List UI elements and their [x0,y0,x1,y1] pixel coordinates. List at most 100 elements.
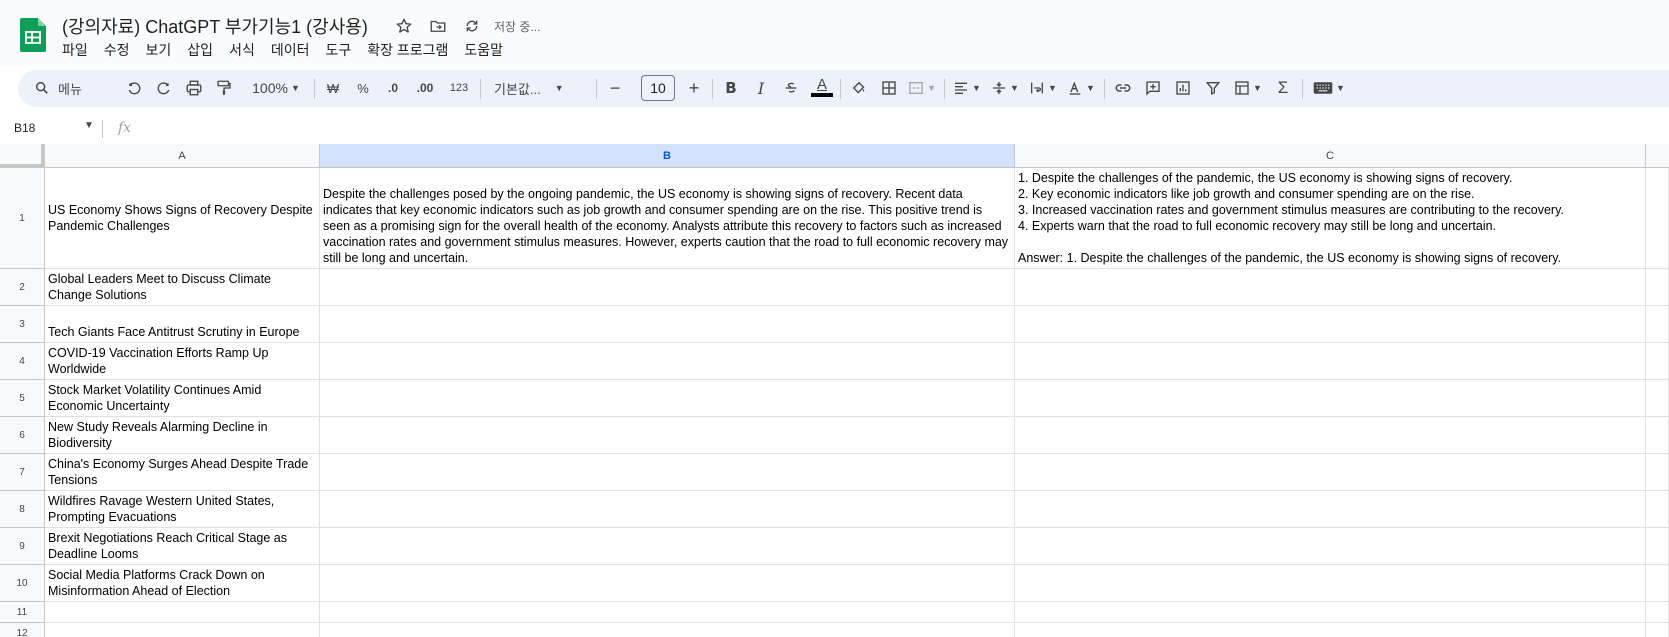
cell-a11[interactable] [45,602,320,623]
row-header[interactable]: 12 [0,623,45,637]
row-header[interactable]: 11 [0,602,45,623]
number-format-button[interactable]: 123 [444,74,474,102]
select-all-corner[interactable] [0,144,45,168]
document-title[interactable]: (강의자료) ChatGPT 부가기능1 (강사용) [62,13,368,39]
cell-d3[interactable] [1646,306,1669,343]
row-header[interactable]: 10 [0,565,45,602]
cell-b7[interactable] [320,454,1015,491]
text-wrapping-icon[interactable]: ▼ [1026,74,1060,102]
cell-b12[interactable] [320,623,1015,637]
cell-d8[interactable] [1646,491,1669,528]
sheets-logo-icon[interactable] [20,18,46,52]
input-tools-icon[interactable]: ▼ [1308,74,1350,102]
zoom-select[interactable]: 100% ▼ [244,74,308,102]
menu-extensions[interactable]: 확장 프로그램 [359,40,456,60]
horizontal-align-icon[interactable]: ▼ [950,74,984,102]
italic-button[interactable]: I [748,74,774,102]
filter-icon[interactable] [1200,74,1226,102]
filter-views-icon[interactable]: ▼ [1230,74,1266,102]
column-header-b[interactable]: B [320,144,1015,168]
text-color-button[interactable]: A [808,74,836,102]
merge-cells-icon[interactable]: ▼ [904,74,940,102]
vertical-align-icon[interactable]: ▼ [988,74,1022,102]
font-size-input[interactable]: 10 [641,75,675,101]
borders-icon[interactable] [876,74,902,102]
print-icon[interactable] [182,74,206,102]
row-header[interactable]: 8 [0,491,45,528]
decrease-decimal-button[interactable]: .0 [380,74,406,102]
cell-a2[interactable]: Global Leaders Meet to Discuss Climate C… [45,269,320,306]
cell-a4[interactable]: COVID-19 Vaccination Efforts Ramp Up Wor… [45,343,320,380]
insert-chart-icon[interactable] [1170,74,1196,102]
row-header[interactable]: 1 [0,168,45,269]
cell-d9[interactable] [1646,528,1669,565]
cell-c2[interactable] [1015,269,1646,306]
cell-c10[interactable] [1015,565,1646,602]
text-rotation-icon[interactable]: ▼ [1064,74,1098,102]
cell-d12[interactable] [1646,623,1669,637]
row-header[interactable]: 9 [0,528,45,565]
cell-d4[interactable] [1646,343,1669,380]
star-icon[interactable] [392,14,416,38]
cell-a6[interactable]: New Study Reveals Alarming Decline in Bi… [45,417,320,454]
bold-button[interactable]: B [718,74,744,102]
fill-color-icon[interactable] [846,74,872,102]
cell-a8[interactable]: Wildfires Ravage Western United States, … [45,491,320,528]
cell-d5[interactable] [1646,380,1669,417]
functions-button[interactable]: Σ [1270,74,1296,102]
undo-icon[interactable] [122,74,146,102]
cell-d7[interactable] [1646,454,1669,491]
cell-b6[interactable] [320,417,1015,454]
cell-a5[interactable]: Stock Market Volatility Continues Amid E… [45,380,320,417]
menu-insert[interactable]: 삽입 [179,40,221,60]
name-box[interactable]: B18 [14,121,35,135]
cell-c7[interactable] [1015,454,1646,491]
column-header-c[interactable]: C [1015,144,1646,168]
move-folder-icon[interactable] [426,14,450,38]
cell-c9[interactable] [1015,528,1646,565]
chevron-down-icon[interactable]: ▼ [84,120,94,131]
cell-a3[interactable]: Tech Giants Face Antitrust Scrutiny in E… [45,306,320,343]
insert-link-icon[interactable] [1110,74,1136,102]
cell-b9[interactable] [320,528,1015,565]
cell-b4[interactable] [320,343,1015,380]
row-header[interactable]: 5 [0,380,45,417]
cell-b1[interactable]: Despite the challenges posed by the ongo… [320,168,1015,269]
menu-data[interactable]: 데이터 [263,40,318,60]
cell-d11[interactable] [1646,602,1669,623]
cell-a9[interactable]: Brexit Negotiations Reach Critical Stage… [45,528,320,565]
row-header[interactable]: 3 [0,306,45,343]
menu-format[interactable]: 서식 [221,40,263,60]
cell-c8[interactable] [1015,491,1646,528]
cell-c4[interactable] [1015,343,1646,380]
spreadsheet-grid[interactable]: A B C 1 US Economy Shows Signs of Recover… [0,144,1669,637]
paint-format-icon[interactable] [212,74,236,102]
cell-c3[interactable] [1015,306,1646,343]
percent-format-button[interactable]: % [350,74,376,102]
row-header[interactable]: 4 [0,343,45,380]
row-header[interactable]: 6 [0,417,45,454]
cell-d1[interactable] [1646,168,1669,269]
menu-search[interactable]: 메뉴 [22,73,128,103]
currency-format-button[interactable]: ₩ [320,74,346,102]
cell-b8[interactable] [320,491,1015,528]
increase-font-size-button[interactable]: + [681,74,707,102]
cell-d10[interactable] [1646,565,1669,602]
cell-c11[interactable] [1015,602,1646,623]
menu-edit[interactable]: 수정 [96,40,138,60]
cell-b2[interactable] [320,269,1015,306]
column-header-a[interactable]: A [45,144,320,168]
menu-view[interactable]: 보기 [138,40,180,60]
increase-decimal-button[interactable]: .00 [410,74,440,102]
cell-d6[interactable] [1646,417,1669,454]
cell-a1[interactable]: US Economy Shows Signs of Recovery Despi… [45,168,320,269]
menu-tools[interactable]: 도구 [317,40,359,60]
cell-b11[interactable] [320,602,1015,623]
redo-icon[interactable] [152,74,176,102]
cell-a10[interactable]: Social Media Platforms Crack Down on Mis… [45,565,320,602]
cell-c1[interactable]: 1. Despite the challenges of the pandemi… [1015,168,1646,269]
cell-b5[interactable] [320,380,1015,417]
cell-c5[interactable] [1015,380,1646,417]
cell-d2[interactable] [1646,269,1669,306]
insert-comment-icon[interactable] [1140,74,1166,102]
